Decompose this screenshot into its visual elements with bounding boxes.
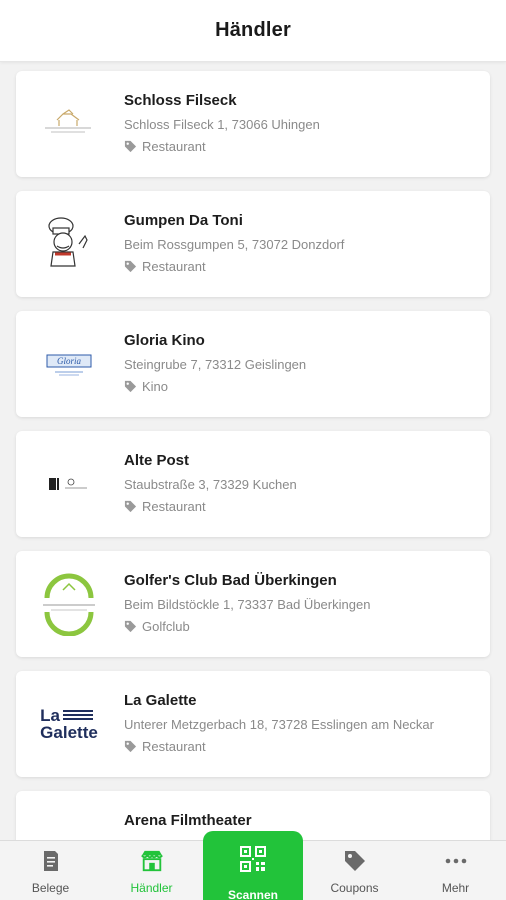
merchant-category-label: Kino [142, 379, 169, 394]
merchant-category-label: Restaurant [142, 259, 206, 274]
app-header: Händler [0, 0, 506, 62]
merchant-category: Golfclub [124, 619, 190, 634]
tab-label: Coupons [330, 881, 379, 895]
merchant-name: Arena Filmtheater [124, 812, 252, 829]
page-title: Händler [215, 19, 291, 41]
arena-logo [34, 809, 104, 840]
scan-button[interactable]: Scannen [203, 831, 303, 900]
la-galette-logo-text-la: La [40, 706, 61, 725]
svg-text:Gloria: Gloria [57, 356, 82, 366]
gloria-kino-logo: Gloria [34, 329, 104, 399]
merchant-card-schloss-filseck[interactable]: Schloss Filseck Schloss Filseck 1, 73066… [16, 71, 490, 177]
tab-belege[interactable]: Belege [0, 841, 101, 900]
merchant-name: Schloss Filseck [124, 92, 237, 109]
tab-label: Händler [130, 881, 173, 895]
tab-coupons[interactable]: Coupons [304, 841, 405, 900]
tag-icon [124, 620, 137, 633]
chef-logo [34, 209, 104, 279]
merchant-address: Schloss Filseck 1, 73066 Uhingen [124, 117, 320, 132]
merchant-card-gumpen-da-toni[interactable]: Gumpen Da Toni Beim Rossgumpen 5, 73072 … [16, 191, 490, 297]
merchant-list[interactable]: Schloss Filseck Schloss Filseck 1, 73066… [0, 62, 506, 840]
scan-label: Scannen [227, 888, 278, 900]
merchant-card-golfers-club[interactable]: Golfer's Club Bad Überkingen Beim Bildst… [16, 551, 490, 657]
tag-icon [124, 740, 137, 753]
merchant-card-la-galette[interactable]: La Galette La Galette Unterer Metzgerbac… [16, 671, 490, 777]
alte-post-logo [34, 449, 104, 519]
tag-icon [124, 140, 137, 153]
merchant-name: Gumpen Da Toni [124, 212, 243, 229]
tag-icon [343, 849, 367, 873]
tab-label: Mehr [441, 881, 470, 895]
tab-label: Belege [31, 881, 70, 895]
merchant-category: Restaurant [124, 739, 206, 754]
merchant-category-label: Restaurant [142, 499, 206, 514]
qr-code-icon [239, 845, 267, 878]
merchant-card-alte-post[interactable]: Alte Post Staubstraße 3, 73329 Kuchen Re… [16, 431, 490, 537]
merchant-category: Kino [124, 379, 168, 394]
la-galette-logo-text-galette: Galette [40, 723, 98, 742]
merchant-name: Gloria Kino [124, 332, 205, 349]
more-dots-icon [444, 849, 468, 873]
golf-restaurant-logo [34, 569, 104, 639]
merchant-address: Beim Rossgumpen 5, 73072 Donzdorf [124, 237, 345, 252]
tag-icon [124, 500, 137, 513]
merchant-address: Unterer Metzgerbach 18, 73728 Esslingen … [124, 717, 434, 732]
la-galette-logo: La Galette [34, 689, 104, 759]
merchant-name: La Galette [124, 692, 197, 709]
merchant-category: Restaurant [124, 259, 206, 274]
tab-haendler[interactable]: Händler [101, 841, 202, 900]
receipt-icon [39, 849, 63, 873]
merchant-category-label: Golfclub [142, 619, 190, 634]
merchant-address: Steingrube 7, 73312 Geislingen [124, 357, 307, 372]
tab-mehr[interactable]: Mehr [405, 841, 506, 900]
merchant-card-gloria-kino[interactable]: Gloria Gloria Kino Steingrube 7, 73312 G… [16, 311, 490, 417]
store-icon [140, 849, 164, 873]
tag-icon [124, 260, 137, 273]
schloss-filseck-logo [34, 89, 104, 159]
merchant-category-label: Restaurant [142, 739, 206, 754]
tag-icon [124, 380, 137, 393]
merchant-category: Restaurant [124, 499, 206, 514]
merchant-name: Alte Post [124, 452, 190, 469]
merchant-name: Golfer's Club Bad Überkingen [124, 572, 337, 589]
merchant-category: Restaurant [124, 139, 206, 154]
merchant-category-label: Restaurant [142, 139, 206, 154]
merchant-address: Beim Bildstöckle 1, 73337 Bad Überkingen [124, 597, 371, 612]
merchant-address: Staubstraße 3, 73329 Kuchen [124, 477, 297, 492]
